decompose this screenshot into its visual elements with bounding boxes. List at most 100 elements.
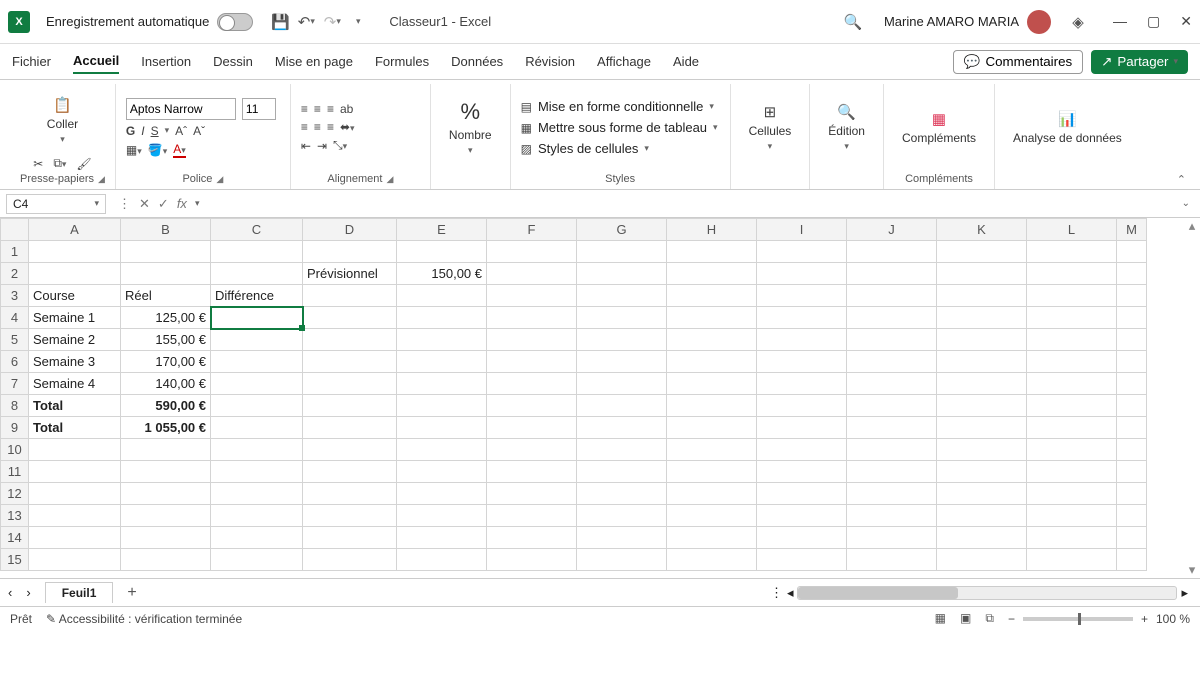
zoom-slider[interactable]: [1023, 617, 1133, 621]
horizontal-scrollbar[interactable]: [797, 586, 1177, 600]
col-header-M[interactable]: M: [1117, 219, 1147, 241]
zoom-level[interactable]: 100 %: [1156, 612, 1190, 626]
align-top-icon[interactable]: ≡: [301, 102, 308, 116]
borders-icon[interactable]: ▦▾: [126, 143, 142, 157]
close-icon[interactable]: ✕: [1180, 13, 1192, 30]
comments-button[interactable]: 💬 Commentaires: [953, 50, 1083, 74]
col-header-B[interactable]: B: [121, 219, 211, 241]
row-header-15[interactable]: 15: [1, 549, 29, 571]
italic-button[interactable]: I: [141, 124, 144, 138]
tab-donnees[interactable]: Données: [451, 50, 503, 73]
wrap-text-icon[interactable]: ab: [340, 102, 353, 116]
row-header-9[interactable]: 9: [1, 417, 29, 439]
row-header-13[interactable]: 13: [1, 505, 29, 527]
collapse-ribbon-icon[interactable]: ⌃: [1177, 173, 1186, 186]
cell-B5[interactable]: 155,00 €: [121, 329, 211, 351]
cell-B3[interactable]: Réel: [121, 285, 211, 307]
row-header-3[interactable]: 3: [1, 285, 29, 307]
add-sheet-button[interactable]: +: [127, 584, 136, 602]
row-header-2[interactable]: 2: [1, 263, 29, 285]
paste-button[interactable]: 📋 Coller ▾: [20, 92, 105, 149]
cell-E2[interactable]: 150,00 €: [397, 263, 487, 285]
sheet-nav-next-icon[interactable]: ›: [26, 585, 30, 600]
increase-font-icon[interactable]: Aˆ: [175, 124, 187, 138]
share-button[interactable]: ↗ Partager ▾: [1091, 50, 1188, 74]
conditional-formatting-button[interactable]: ▤Mise en forme conditionnelle▾: [521, 99, 720, 114]
row-header-10[interactable]: 10: [1, 439, 29, 461]
cell-C3[interactable]: Différence: [211, 285, 303, 307]
hscroll-right-icon[interactable]: ▸: [1181, 585, 1188, 601]
cell-B4[interactable]: 125,00 €: [121, 307, 211, 329]
align-left-icon[interactable]: ≡: [301, 120, 308, 134]
row-header-11[interactable]: 11: [1, 461, 29, 483]
autosave-toggle[interactable]: [217, 13, 253, 31]
sheet-tab-feuil1[interactable]: Feuil1: [45, 582, 114, 603]
sheet-options-icon[interactable]: ⋮: [770, 585, 783, 601]
cell-B9[interactable]: 1 055,00 €: [121, 417, 211, 439]
cell-A5[interactable]: Semaine 2: [29, 329, 121, 351]
editing-button[interactable]: 🔍Édition▾: [820, 99, 873, 156]
row-header-14[interactable]: 14: [1, 527, 29, 549]
align-bottom-icon[interactable]: ≡: [327, 102, 334, 116]
name-box[interactable]: C4▾: [6, 194, 106, 214]
increase-indent-icon[interactable]: ⇥: [317, 139, 327, 153]
minimize-icon[interactable]: —: [1113, 13, 1127, 30]
view-page-layout-icon[interactable]: ▣: [960, 611, 971, 626]
cell-styles-button[interactable]: ▨Styles de cellules▾: [521, 141, 720, 156]
enter-formula-icon[interactable]: ✓: [158, 196, 169, 212]
underline-button[interactable]: S: [151, 124, 159, 138]
undo-icon[interactable]: ↶▾: [293, 9, 319, 35]
diamond-icon[interactable]: ◈: [1065, 9, 1091, 35]
format-painter-icon[interactable]: 🖌: [76, 157, 91, 171]
redo-icon[interactable]: ↷▾: [319, 9, 345, 35]
cell-A6[interactable]: Semaine 3: [29, 351, 121, 373]
format-as-table-button[interactable]: ▦Mettre sous forme de tableau▾: [521, 120, 720, 135]
col-header-G[interactable]: G: [577, 219, 667, 241]
cells-button[interactable]: ⊞Cellules▾: [741, 99, 800, 156]
col-header-H[interactable]: H: [667, 219, 757, 241]
alignment-dialog-icon[interactable]: ◢: [386, 174, 393, 184]
tab-fichier[interactable]: Fichier: [12, 50, 51, 73]
view-normal-icon[interactable]: ▦: [935, 611, 946, 626]
maximize-icon[interactable]: ▢: [1147, 13, 1160, 30]
tab-accueil[interactable]: Accueil: [73, 49, 119, 74]
analyze-data-button[interactable]: 📊Analyse de données: [1005, 106, 1130, 149]
vertical-scrollbar[interactable]: ▴▾: [1184, 218, 1200, 578]
save-icon[interactable]: 💾: [267, 9, 293, 35]
user-avatar-icon[interactable]: [1027, 10, 1051, 34]
number-format-button[interactable]: % Nombre ▾: [441, 95, 500, 160]
tab-dessin[interactable]: Dessin: [213, 50, 253, 73]
merge-icon[interactable]: ⬌▾: [340, 120, 355, 134]
col-header-E[interactable]: E: [397, 219, 487, 241]
tab-insertion[interactable]: Insertion: [141, 50, 191, 73]
view-page-break-icon[interactable]: ⧉: [985, 611, 994, 626]
align-center-icon[interactable]: ≡: [314, 120, 321, 134]
col-header-A[interactable]: A: [29, 219, 121, 241]
col-header-C[interactable]: C: [211, 219, 303, 241]
qat-customize-icon[interactable]: ▾: [345, 9, 371, 35]
col-header-J[interactable]: J: [847, 219, 937, 241]
clipboard-dialog-icon[interactable]: ◢: [98, 174, 105, 184]
font-dialog-icon[interactable]: ◢: [216, 174, 223, 184]
font-name-select[interactable]: [126, 98, 236, 120]
cell-A4[interactable]: Semaine 1: [29, 307, 121, 329]
cell-C4[interactable]: [211, 307, 303, 329]
row-header-12[interactable]: 12: [1, 483, 29, 505]
cell-D2[interactable]: Prévisionnel: [303, 263, 397, 285]
cell-B7[interactable]: 140,00 €: [121, 373, 211, 395]
formula-input[interactable]: [205, 194, 1181, 213]
cell-B8[interactable]: 590,00 €: [121, 395, 211, 417]
cell-A7[interactable]: Semaine 4: [29, 373, 121, 395]
hscroll-left-icon[interactable]: ◂: [787, 585, 794, 601]
fill-handle[interactable]: [299, 325, 305, 331]
select-all-corner[interactable]: [1, 219, 29, 241]
cancel-formula-icon[interactable]: ✕: [139, 196, 150, 212]
accessibility-status[interactable]: ✎ Accessibilité : vérification terminée: [46, 612, 242, 626]
worksheet-grid[interactable]: A B C D E F G H I J K L M 1 2Prévisionne…: [0, 218, 1200, 578]
row-header-6[interactable]: 6: [1, 351, 29, 373]
sheet-nav-prev-icon[interactable]: ‹: [8, 585, 12, 600]
row-header-1[interactable]: 1: [1, 241, 29, 263]
col-header-F[interactable]: F: [487, 219, 577, 241]
tab-formules[interactable]: Formules: [375, 50, 429, 73]
copy-icon[interactable]: ⧉▾: [53, 156, 66, 171]
